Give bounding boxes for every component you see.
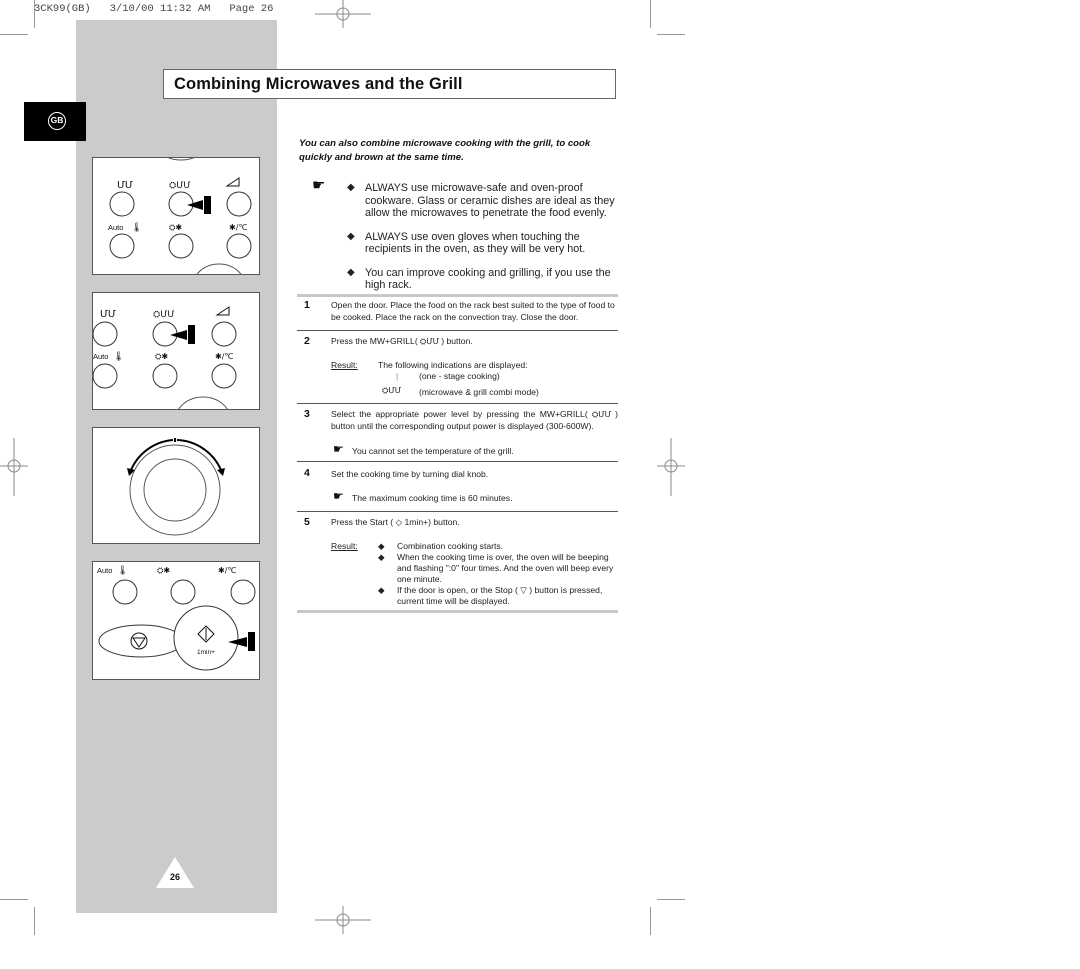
pointing-hand-icon: ☛ [333,442,344,456]
crop-mark [650,907,651,935]
control-panel-illustration-2: ՄՄ ⛭ՄՄ Auto 🌡 ⛭✱ ✱/℃ [92,292,260,410]
result-item: ◆ When the cooking time is over, the oven… [378,552,614,584]
grill-microwave-icon: ⛭ՄՄ [382,386,402,395]
step-divider [297,403,618,404]
crop-mark [657,899,685,900]
display-bar-symbol: | [396,371,399,381]
page-title: Combining Microwaves and the Grill [174,75,463,93]
crop-mark [657,34,685,35]
step-number: 1 [304,299,310,311]
diamond-bullet-icon: ◆ [347,230,355,242]
step-note: You cannot set the temperature of the gr… [352,446,514,456]
note-item: ◆ ALWAYS use microwave-safe and oven-proo… [347,182,615,219]
svg-text:✱/℃: ✱/℃ [229,223,247,232]
diamond-bullet-icon: ◆ [378,552,385,562]
svg-text:Auto: Auto [108,223,123,232]
step-text: Press the MW+GRILL( ⛭ՄՄ ) button. [331,336,473,346]
svg-text:🌡: 🌡 [113,351,124,361]
result-item: ◆ Combination cooking starts. [378,541,504,551]
svg-text:⛭✱: ⛭✱ [169,223,182,232]
notes-list: ◆ ALWAYS use microwave-safe and oven-proo… [345,182,620,303]
indication-text: (microwave & grill combi mode) [419,387,539,397]
step-number: 5 [304,516,310,528]
step-number: 3 [304,408,310,420]
step-number: 2 [304,335,310,347]
step-note: The maximum cooking time is 60 minutes. [352,493,513,503]
svg-text:ՄՄ: ՄՄ [100,309,116,320]
step-divider [297,461,618,462]
step-divider [297,511,618,512]
intro-text: You can also combine microwave cooking w… [299,138,591,163]
control-panel-illustration-1: ՄՄ ⛭ՄՄ Auto 🌡 ⛭✱ ✱/℃ [92,157,260,275]
registration-mark-icon [315,906,371,934]
crop-mark [650,0,651,28]
diamond-bullet-icon: ◆ [378,585,385,595]
start-stop-illustration: Auto 🌡 ⛭✱ ✱/℃ 1min+ [92,561,260,680]
crop-mark [0,34,28,35]
stop-icon: ▽ [517,585,530,595]
svg-text:⛭ՄՄ: ⛭ՄՄ [153,310,174,320]
svg-text:🌡: 🌡 [131,222,142,232]
registration-mark-icon [315,0,371,28]
svg-text:🌡: 🌡 [117,565,128,575]
section-divider [297,294,618,297]
svg-text:✱/℃: ✱/℃ [215,352,233,361]
language-tab: GB [24,102,86,141]
diamond-bullet-icon: ◆ [347,182,355,193]
pointing-hand-icon: ☛ [333,489,344,503]
svg-text:⛭✱: ⛭✱ [157,566,170,575]
print-slug: 3CK99(GB) 3/10/00 11:32 AM Page 26 [34,3,274,15]
note-item: ◆ ALWAYS use oven gloves when touching th… [347,230,586,256]
title-box: Combining Microwaves and the Grill [163,69,616,99]
page-number: 26 [169,872,180,882]
result-intro: The following indications are displayed: [378,360,528,370]
step-text: Open the door. Place the food on the rac… [331,300,615,322]
diamond-bullet-icon: ◆ [378,541,385,551]
svg-text:1min+: 1min+ [197,649,215,656]
start-icon: ◇ [393,517,405,527]
svg-text:ՄՄ: ՄՄ [117,180,133,191]
step-text: Press the Start ( ◇ 1min+) button. [331,517,460,527]
control-panel-drawing: ՄՄ ⛭ՄՄ Auto 🌡 ⛭✱ ✱/℃ [108,158,252,274]
note-item: ◆ You can improve cooking and grilling, i… [347,266,611,292]
svg-text:⛭ՄՄ: ⛭ՄՄ [169,181,190,191]
result-list: ◆ Combination cooking starts. ◆ When the c… [378,541,618,607]
dial-knob-illustration [92,427,260,544]
step-text: Select the appropriate power level by pr… [331,409,618,431]
crop-mark [34,907,35,935]
registration-mark-icon [0,438,28,496]
grill-microwave-icon: ⛭ՄՄ [587,410,616,419]
start-stop-drawing: Auto 🌡 ⛭✱ ✱/℃ 1min+ [97,565,256,671]
result-label: Result: [331,360,358,370]
section-divider [297,610,618,613]
language-badge: GB [48,112,66,130]
svg-text:⛭✱: ⛭✱ [155,352,168,361]
pointing-hand-icon: ☛ [312,177,326,194]
grill-microwave-icon: ⛭ՄՄ [417,337,442,346]
result-label: Result: [331,541,358,551]
indication-text: (one - stage cooking) [419,371,500,381]
svg-text:Auto: Auto [93,352,108,361]
svg-text:✱/℃: ✱/℃ [218,566,236,575]
crop-mark [0,899,28,900]
registration-mark-icon [657,438,685,496]
step-divider [297,330,618,331]
control-panel-drawing: ՄՄ ⛭ՄՄ Auto 🌡 ⛭✱ ✱/℃ [93,306,237,409]
diamond-bullet-icon: ◆ [347,266,355,278]
svg-text:Auto: Auto [97,566,112,575]
step-text: Set the cooking time by turning dial kno… [331,469,489,479]
result-item: ◆ If the door is open, or the Stop ( ▽ ) … [378,585,603,606]
step-number: 4 [304,467,310,479]
dial-knob-drawing [127,438,225,536]
